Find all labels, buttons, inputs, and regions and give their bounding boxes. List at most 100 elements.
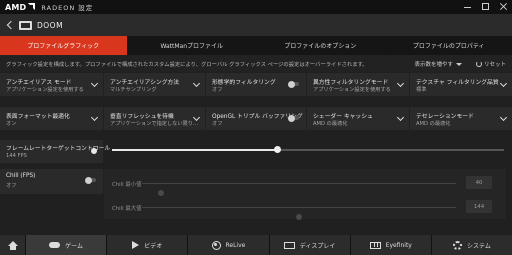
game-title: DOOM <box>37 20 64 30</box>
nav-video[interactable]: ビデオ <box>107 235 188 255</box>
setting-anti-aliasing-method[interactable]: アンチエイリアシング方法 マルチサンプリング <box>104 73 205 96</box>
toggle-switch[interactable] <box>85 176 96 184</box>
setting-frame-rate-target-control[interactable]: フレームレートターゲットコントロール 144 FPS <box>0 140 110 163</box>
setting-title: 形態学的フィルタリング <box>212 80 276 86</box>
back-arrow-icon[interactable] <box>5 20 15 30</box>
game-icon <box>19 20 32 30</box>
chill-max-slider[interactable] <box>142 207 456 220</box>
chevron-down-icon <box>192 79 201 88</box>
setting-value: 標準 <box>416 87 427 93</box>
chill-max-row: Chill 最大値 144 <box>104 197 506 220</box>
nav-display[interactable]: ディスプレイ <box>269 235 350 255</box>
setting-value: オフ <box>6 183 17 189</box>
nav-label: システム <box>467 242 491 250</box>
app-title: RADEON 設定 <box>41 4 94 12</box>
setting-value: オフ <box>212 121 223 127</box>
setting-opengl-triple-buffering[interactable]: OpenGL トリプル バッファリング オフ <box>206 107 306 130</box>
setting-value: アプリケーション設定を使用する <box>6 87 84 93</box>
setting-value: AMD の最適化 <box>416 121 451 127</box>
setting-title: アンチエイリアス モード <box>6 80 72 86</box>
chill-min-label: Chill 最小値 <box>112 182 142 188</box>
chevron-down-icon <box>456 62 462 66</box>
profile-tabs: プロファイルグラフィック WattManプロファイル プロファイルのオプション … <box>0 36 512 55</box>
setting-title: テセレーションモード <box>416 114 474 120</box>
relive-icon <box>211 240 221 250</box>
chill-panel: Chill 最小値 40 Chill 最大値 144 <box>104 169 506 220</box>
play-icon <box>132 241 140 249</box>
info-text: グラフィック設定を構成します。プロファイルで構成されたカスタム設定により、グロー… <box>6 61 368 68</box>
nav-label: ゲーム <box>65 242 83 250</box>
reset-button[interactable]: リセット <box>475 60 506 68</box>
setting-morphological-filtering[interactable]: 形態学的フィルタリング オフ <box>206 73 306 96</box>
system-icon <box>453 240 463 250</box>
amd-logo: AMD <box>5 2 36 12</box>
toggle-switch[interactable] <box>288 80 299 88</box>
setting-value: オン <box>6 121 17 127</box>
chill-min-value-field[interactable]: 40 <box>466 176 492 189</box>
nav-label: ReLive <box>225 241 246 249</box>
setting-shader-cache[interactable]: シェーダー キャッシュ AMD の最適化 <box>307 107 409 130</box>
setting-title: シェーダー キャッシュ <box>313 114 373 120</box>
nav-system[interactable]: システム <box>431 235 512 255</box>
setting-title: 垂直リフレッシュを待機 <box>110 114 174 120</box>
maximize-icon[interactable] <box>481 2 490 11</box>
eyefinity-icon <box>369 241 381 249</box>
chill-max-value-field[interactable]: 144 <box>466 200 492 213</box>
frame-rate-slider[interactable] <box>112 146 504 153</box>
chill-min-slider-handle[interactable] <box>157 190 164 196</box>
home-icon <box>7 240 18 250</box>
nav-eyefinity[interactable]: Eyefinity <box>350 235 431 255</box>
setting-value: AMD の最適化 <box>313 121 348 127</box>
chevron-down-icon <box>396 113 405 122</box>
chill-max-label: Chill 最大値 <box>112 206 142 212</box>
toggle-on-indicator[interactable] <box>91 148 97 154</box>
bottom-navigation: ゲーム ビデオ ReLive ディスプレイ Eyefinity システム <box>0 235 512 255</box>
setting-chill[interactable]: Chill (FPS) オフ <box>0 169 103 194</box>
setting-tessellation-mode[interactable]: テセレーションモード AMD の最適化 <box>410 107 512 130</box>
tab-profile-properties[interactable]: プロファイルのプロパティ <box>385 36 512 55</box>
frame-rate-slider-handle[interactable] <box>273 146 281 153</box>
setting-value: オフ <box>212 87 223 93</box>
radeon-settings-window: AMD RADEON 設定 DOOM プロファイルグラフィック WattManプ… <box>0 0 512 255</box>
minimize-icon[interactable] <box>463 2 472 11</box>
setting-surface-format-optimization[interactable]: 表面フォーマット最適化 オン <box>0 107 103 130</box>
nav-relive[interactable]: ReLive <box>188 235 269 255</box>
toggle-switch[interactable] <box>288 114 299 122</box>
setting-value: マルチサンプリング <box>110 87 157 93</box>
setting-anisotropic-filtering-mode[interactable]: 異方性フィルタリングモード アプリケーション設定を使用する <box>307 73 409 96</box>
page-header: DOOM <box>0 14 512 36</box>
tab-wattman-profile[interactable]: WattManプロファイル <box>128 36 255 55</box>
setting-value: アプリケーション設定を使用する <box>313 87 391 93</box>
nav-gaming[interactable]: ゲーム <box>26 235 107 255</box>
chevron-down-icon <box>90 113 99 122</box>
setting-texture-filtering-quality[interactable]: テクスチャ フィルタリング品質 標準 <box>410 73 512 96</box>
chill-min-slider[interactable] <box>142 183 456 196</box>
chill-min-row: Chill 最小値 40 <box>104 173 506 196</box>
setting-value: 144 FPS <box>6 153 27 159</box>
setting-title: テクスチャ フィルタリング品質 <box>416 80 499 86</box>
chevron-down-icon <box>90 79 99 88</box>
setting-wait-for-vertical-refresh[interactable]: 垂直リフレッシュを待機 アプリケーションで指定しない限り… <box>104 107 205 130</box>
show-more-button[interactable]: 表示数を増やす <box>414 60 462 68</box>
chevron-down-icon <box>499 79 508 88</box>
chevron-down-icon <box>396 79 405 88</box>
chevron-down-icon <box>499 113 508 122</box>
setting-title: 表面フォーマット最適化 <box>6 114 70 120</box>
display-icon <box>283 241 295 249</box>
gamepad-icon <box>49 242 61 248</box>
reset-icon <box>475 61 482 67</box>
setting-value: アプリケーションで指定しない限り… <box>110 121 199 127</box>
setting-title: 異方性フィルタリングモード <box>313 80 389 86</box>
nav-label: ビデオ <box>144 242 163 250</box>
info-bar: グラフィック設定を構成します。プロファイルで構成されたカスタム設定により、グロー… <box>0 55 512 72</box>
tab-profile-graphics[interactable]: プロファイルグラフィック <box>0 36 127 55</box>
tab-profile-options[interactable]: プロファイルのオプション <box>257 36 384 55</box>
setting-title: Chill (FPS) <box>6 173 36 179</box>
reset-label: リセット <box>483 62 506 68</box>
home-button[interactable] <box>0 235 25 255</box>
show-more-label: 表示数を増やす <box>414 62 453 68</box>
setting-anti-aliasing-mode[interactable]: アンチエイリアス モード アプリケーション設定を使用する <box>0 73 103 96</box>
close-icon[interactable] <box>499 2 508 11</box>
setting-title: アンチエイリアシング方法 <box>110 80 180 86</box>
chill-max-slider-handle[interactable] <box>296 214 302 220</box>
